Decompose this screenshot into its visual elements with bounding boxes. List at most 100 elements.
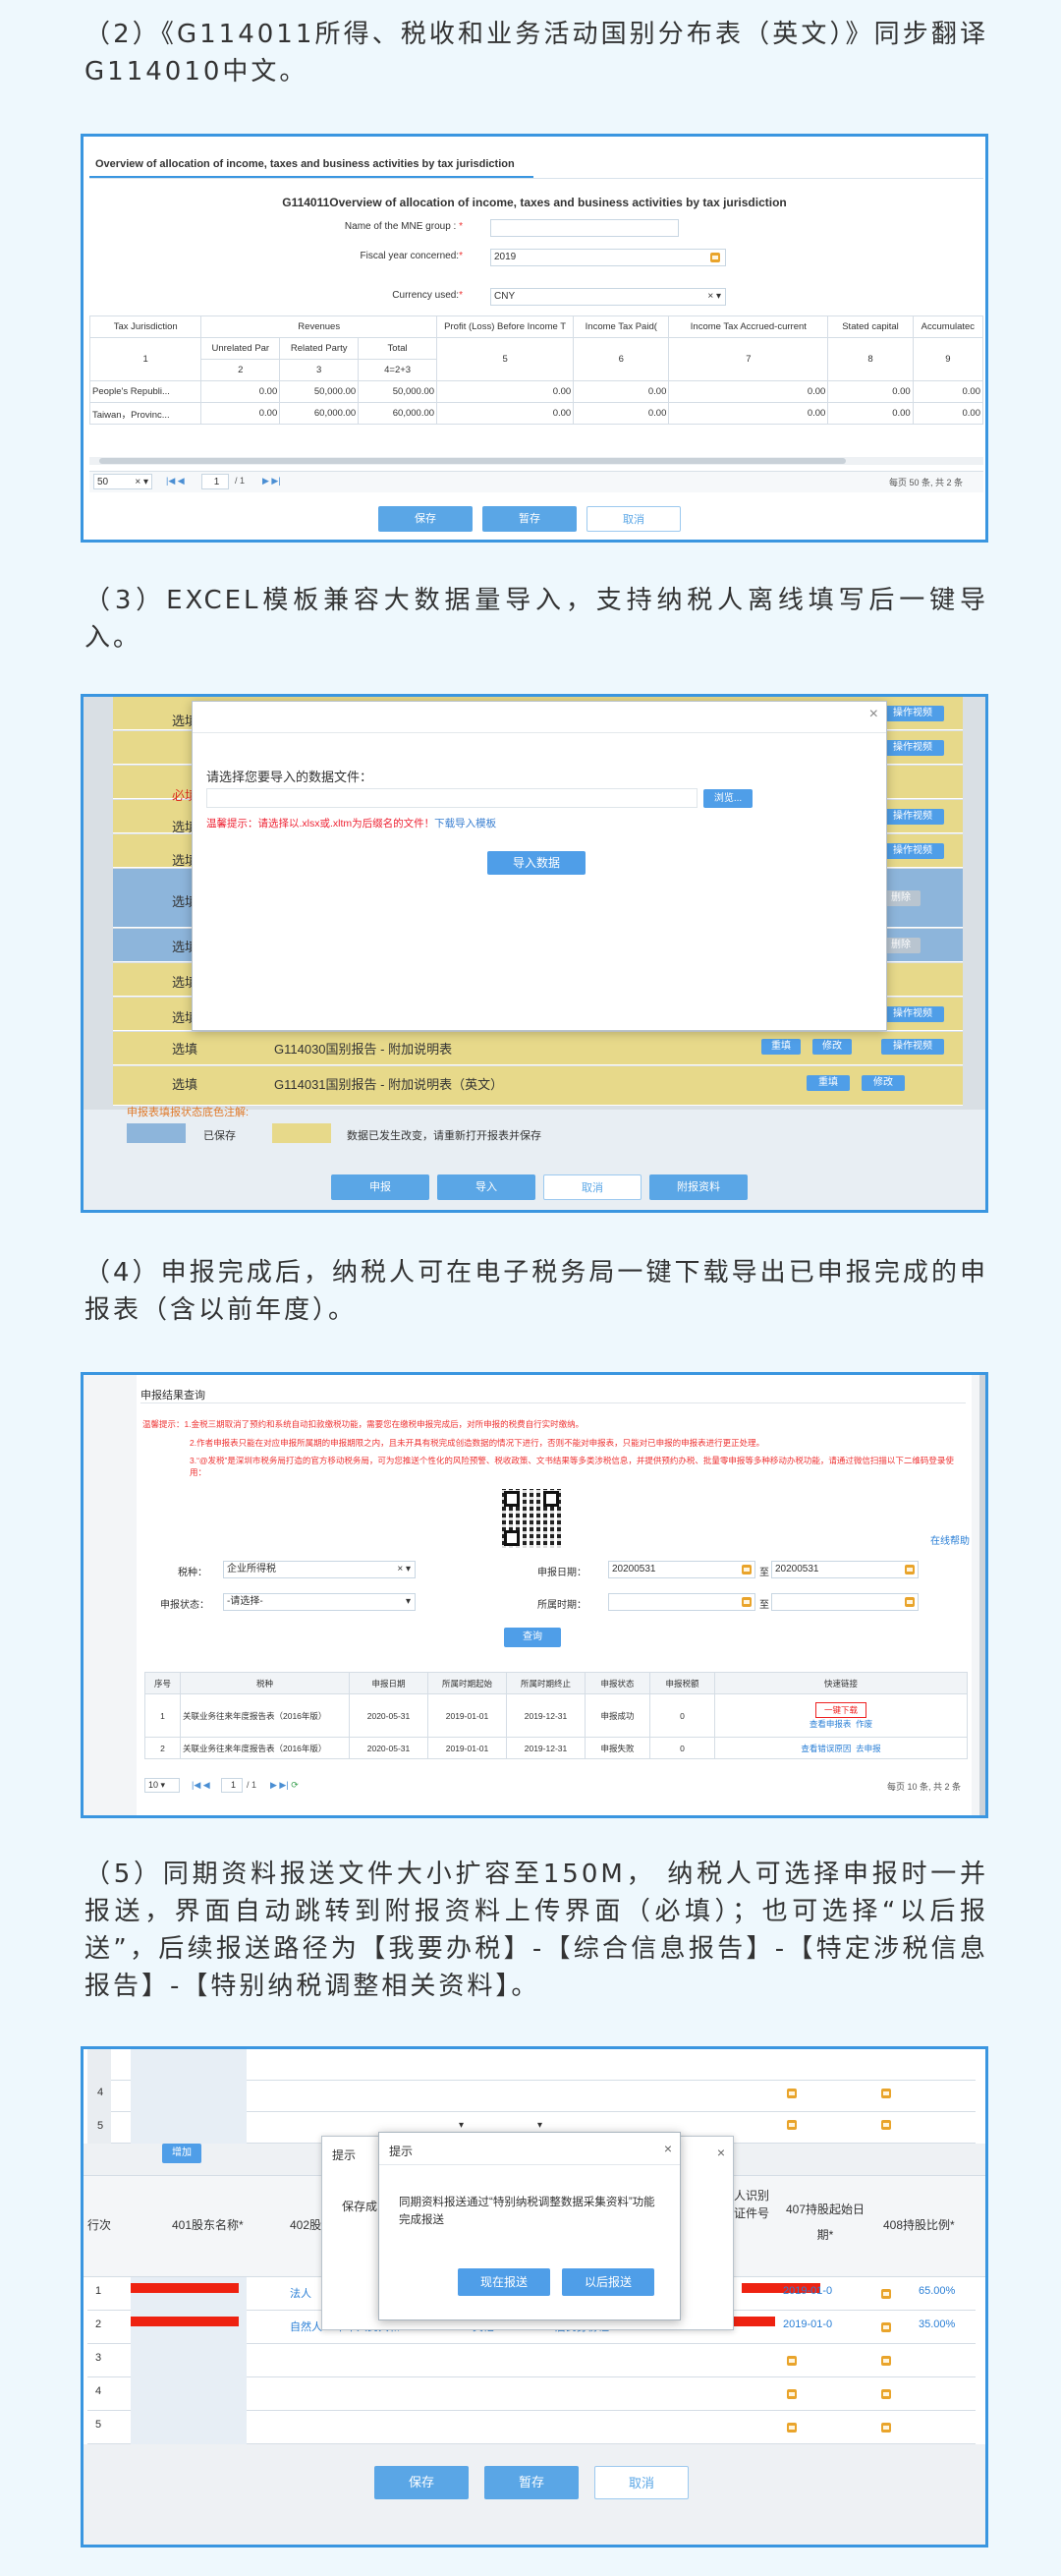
add-button[interactable]: 增加	[162, 2144, 201, 2163]
cell-accum[interactable]: 0.00	[912, 402, 984, 425]
op-video-button[interactable]: 操作视频	[881, 1006, 944, 1022]
cell-profit[interactable]: 0.00	[436, 380, 575, 403]
op-video-button[interactable]: 操作视频	[881, 1039, 944, 1055]
draft-button[interactable]: 暂存	[482, 506, 577, 532]
calendar-icon[interactable]	[881, 2423, 891, 2433]
cell-accum[interactable]: 0.00	[912, 380, 984, 403]
period-to-input[interactable]	[771, 1593, 919, 1611]
holder-type[interactable]: 法人	[290, 2285, 311, 2301]
tax-type-select[interactable]: 企业所得税 × ▾	[223, 1561, 416, 1578]
chevron-down-icon[interactable]: ▾	[537, 2120, 542, 2131]
submit-now-button[interactable]: 现在报送	[458, 2268, 550, 2296]
cell-paid[interactable]: 0.00	[573, 402, 670, 425]
calendar-icon[interactable]	[787, 2356, 797, 2366]
currency-select[interactable]: CNY × ▾	[490, 288, 726, 306]
query-button[interactable]: 查询	[504, 1628, 561, 1647]
cancel-button[interactable]: 取消	[543, 1174, 642, 1200]
calendar-icon[interactable]	[881, 2289, 891, 2299]
chevron-down-icon[interactable]: ▾	[459, 2120, 464, 2131]
calendar-icon[interactable]	[881, 2322, 891, 2332]
page-first-prev-icons[interactable]: |◀ ◀	[166, 476, 185, 487]
op-video-button[interactable]: 操作视频	[881, 843, 944, 859]
cell-capital[interactable]: 0.00	[827, 402, 914, 425]
date-from-input[interactable]: 20200531	[608, 1561, 755, 1578]
cell-paid[interactable]: 0.00	[573, 380, 670, 403]
fiscal-year-input[interactable]: 2019	[490, 249, 726, 266]
horizontal-scrollbar[interactable]	[89, 457, 983, 465]
reset-button[interactable]: 重填	[761, 1039, 801, 1055]
view-error-link[interactable]: 查看错误原因	[801, 1744, 851, 1753]
calendar-icon[interactable]	[787, 2089, 797, 2098]
calendar-icon[interactable]	[742, 1565, 752, 1574]
calendar-icon[interactable]	[710, 253, 720, 262]
op-video-button[interactable]: 操作视频	[881, 706, 944, 721]
start-date[interactable]: 2019-01-0	[783, 2318, 832, 2330]
file-path-input[interactable]	[206, 788, 698, 808]
calendar-icon[interactable]	[905, 1597, 915, 1607]
vertical-scrollbar[interactable]	[979, 1375, 985, 1815]
mne-group-input[interactable]	[490, 219, 679, 237]
modify-button[interactable]: 修改	[862, 1075, 905, 1091]
cell-accrued[interactable]: 0.00	[668, 402, 829, 425]
page-size-select[interactable]: 50 × ▾	[93, 474, 152, 489]
calendar-icon[interactable]	[742, 1597, 752, 1607]
view-report-link[interactable]: 查看申报表	[810, 1719, 852, 1729]
browse-button[interactable]: 浏览...	[703, 789, 753, 808]
reset-button[interactable]: 重填	[807, 1075, 850, 1091]
op-video-button[interactable]: 操作视频	[881, 809, 944, 825]
calendar-icon[interactable]	[787, 2389, 797, 2399]
attach-button[interactable]: 附报资料	[649, 1174, 748, 1200]
cell-capital[interactable]: 0.00	[827, 380, 914, 403]
page-next-last-icons[interactable]: ▶ ▶|	[262, 476, 281, 487]
status-select[interactable]: -请选择- ▾	[223, 1593, 416, 1611]
calendar-icon[interactable]	[881, 2389, 891, 2399]
calendar-icon[interactable]	[881, 2356, 891, 2366]
calendar-icon[interactable]	[787, 2423, 797, 2433]
save-button[interactable]: 保存	[374, 2466, 469, 2499]
one-click-download-link[interactable]: 一键下载	[814, 1701, 866, 1718]
import-button[interactable]: 导入	[437, 1174, 535, 1200]
calendar-icon[interactable]	[881, 2120, 891, 2130]
cell-unrelated[interactable]: 0.00	[200, 402, 281, 425]
delete-button[interactable]: 删除	[881, 938, 921, 953]
op-video-button[interactable]: 操作视频	[881, 740, 944, 756]
clear-chevron-icon[interactable]: × ▾	[707, 289, 721, 305]
period-from-input[interactable]	[608, 1593, 755, 1611]
holder-type[interactable]: 自然人	[290, 2318, 322, 2334]
save-button[interactable]: 保存	[378, 506, 473, 532]
draft-button[interactable]: 暂存	[484, 2466, 579, 2499]
cell-profit[interactable]: 0.00	[436, 402, 575, 425]
cancel-button[interactable]: 取消	[594, 2466, 689, 2499]
holding-ratio[interactable]: 65.00%	[919, 2285, 955, 2297]
close-icon[interactable]: ×	[717, 2145, 725, 2160]
cell-accrued[interactable]: 0.00	[668, 380, 829, 403]
close-icon[interactable]: ×	[869, 706, 878, 723]
form-tab[interactable]: Overview of allocation of income, taxes …	[95, 158, 515, 170]
page-number-input[interactable]: 1	[221, 1778, 243, 1793]
submit-button[interactable]: 申报	[331, 1174, 429, 1200]
modify-button[interactable]: 修改	[812, 1039, 852, 1055]
import-data-button[interactable]: 导入数据	[487, 851, 586, 875]
calendar-icon[interactable]	[881, 2089, 891, 2098]
page-first-prev-icons[interactable]: |◀ ◀	[192, 1780, 210, 1791]
go-report-link[interactable]: 去申报	[856, 1744, 881, 1753]
cancel-button[interactable]: 取消	[586, 506, 681, 532]
cell-unrelated[interactable]: 0.00	[200, 380, 281, 403]
close-icon[interactable]: ×	[664, 2141, 672, 2156]
holding-ratio[interactable]: 35.00%	[919, 2318, 955, 2330]
start-date[interactable]: 2019-01-0	[783, 2285, 832, 2297]
page-next-last-icons[interactable]: ▶ ▶| ⟳	[270, 1780, 299, 1791]
delete-button[interactable]: 删除	[881, 890, 921, 906]
page-size-select[interactable]: 10 ▾	[144, 1778, 180, 1793]
online-help-link[interactable]: 在线帮助	[930, 1532, 970, 1547]
cell-related[interactable]: 60,000.00	[279, 402, 360, 425]
cell-related[interactable]: 50,000.00	[279, 380, 360, 403]
scrollbar-thumb[interactable]	[99, 458, 846, 464]
page-number-input[interactable]: 1	[201, 474, 229, 489]
calendar-icon[interactable]	[905, 1565, 915, 1574]
calendar-icon[interactable]	[787, 2120, 797, 2130]
date-to-input[interactable]: 20200531	[771, 1561, 919, 1578]
download-template-link[interactable]: 下载导入模板	[434, 818, 496, 830]
void-link[interactable]: 作废	[856, 1719, 872, 1729]
submit-later-button[interactable]: 以后报送	[562, 2268, 654, 2296]
